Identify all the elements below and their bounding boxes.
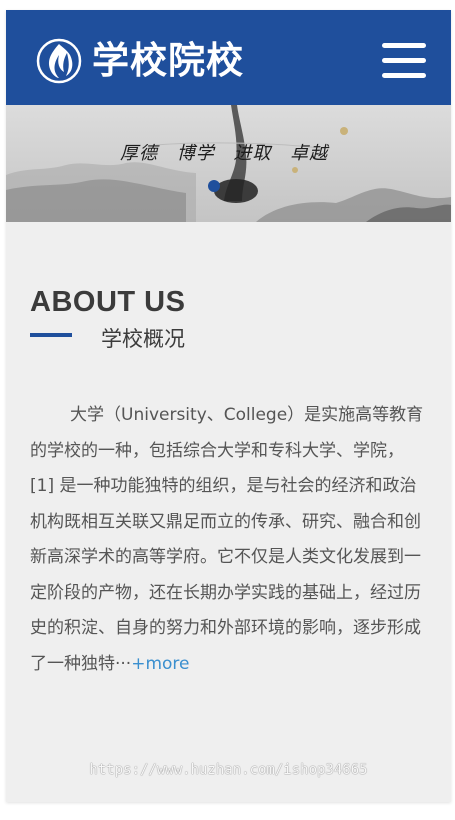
- hero-banner: 厚德 博学 进取 卓越: [6, 105, 451, 222]
- about-subtitle: 学校概况: [101, 327, 185, 351]
- hamburger-menu-icon[interactable]: [382, 43, 426, 79]
- logo-text[interactable]: 学校院校: [92, 39, 244, 83]
- banner-calligraphy: 厚德 博学 进取 卓越: [120, 143, 329, 164]
- about-body-text: 大学（University、College）是实施高等教育的学校的一种，包括综合…: [30, 405, 424, 674]
- slider-dot-active[interactable]: [208, 180, 220, 192]
- about-paragraph: 大学（University、College）是实施高等教育的学校的一种，包括综合…: [30, 398, 428, 682]
- page-container: 学校院校 厚德 博学 进取 卓越 ABOUT US 学校概况 大学（Univer…: [6, 10, 451, 802]
- watermark-text: https://www.huzhan.com/ishop34665: [89, 762, 368, 778]
- flame-logo-icon[interactable]: [36, 38, 82, 84]
- site-header: 学校院校: [6, 10, 451, 105]
- more-link[interactable]: +more: [131, 654, 189, 674]
- about-title: ABOUT US: [30, 286, 186, 318]
- title-accent-line: [30, 333, 72, 337]
